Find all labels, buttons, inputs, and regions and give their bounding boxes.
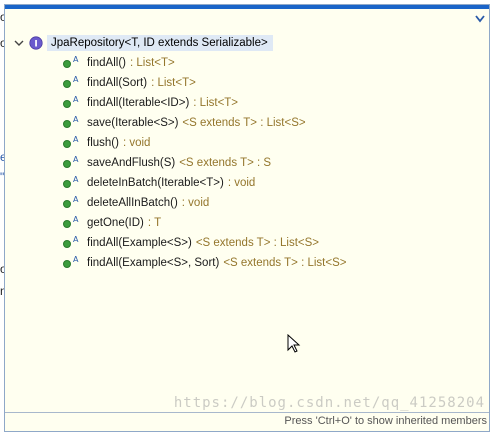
abstract-marker-icon: A [73, 55, 79, 64]
public-method-icon: A [63, 155, 85, 171]
method-return-type: : List<T> [151, 77, 196, 89]
method-dot-icon [63, 160, 71, 168]
method-return-type: : List<T> [129, 57, 175, 69]
method-return-type: <S extends T> : S [179, 157, 272, 169]
method-item[interactable]: AfindAll(Iterable<ID>): List<T> [63, 93, 238, 113]
method-dot-icon [63, 180, 71, 188]
footer-hint: Press 'Ctrl+O' to show inherited members [284, 415, 487, 427]
abstract-marker-icon: A [73, 235, 79, 244]
abstract-marker-icon: A [73, 95, 79, 104]
method-return-type: : void [227, 177, 256, 189]
popup-header [5, 5, 489, 33]
method-return-type: <S extends T> : List<S> [195, 237, 319, 249]
method-dot-icon [63, 240, 71, 248]
method-return-type: : void [181, 197, 210, 209]
abstract-marker-icon: A [73, 155, 79, 164]
chevron-down-icon[interactable] [13, 37, 25, 49]
method-item[interactable]: AdeleteAllInBatch(): void [63, 193, 209, 213]
abstract-marker-icon: A [73, 255, 79, 264]
public-method-icon: A [63, 255, 85, 271]
abstract-marker-icon: A [73, 135, 79, 144]
abstract-marker-icon: A [73, 75, 79, 84]
method-dot-icon [63, 220, 71, 228]
method-dot-icon [63, 60, 71, 68]
method-return-type: : T [147, 217, 162, 229]
method-name: save(Iterable<S>) [87, 117, 179, 129]
method-name: deleteAllInBatch() [87, 197, 178, 209]
method-dot-icon [63, 200, 71, 208]
abstract-marker-icon: A [73, 215, 79, 224]
method-return-type: <S extends T> : List<S> [182, 117, 306, 129]
method-item[interactable]: AfindAll(): List<T> [63, 53, 175, 73]
quick-outline-popup: I JpaRepository<T, ID extends Serializab… [4, 4, 490, 432]
method-name: findAll(Iterable<ID>) [87, 97, 190, 109]
method-name: flush() [87, 137, 119, 149]
dropdown-icon[interactable] [475, 15, 485, 23]
abstract-marker-icon: A [73, 195, 79, 204]
method-item[interactable]: AfindAll(Sort): List<T> [63, 73, 196, 93]
method-dot-icon [63, 80, 71, 88]
method-return-type: : List<T> [193, 97, 239, 109]
public-method-icon: A [63, 195, 85, 211]
public-method-icon: A [63, 135, 85, 151]
method-return-type: <S extends T> : List<S> [223, 257, 347, 269]
method-return-type: : void [122, 137, 151, 149]
public-method-icon: A [63, 75, 85, 91]
method-item[interactable]: AgetOne(ID): T [63, 213, 161, 233]
public-method-icon: A [63, 115, 85, 131]
method-item[interactable]: Asave(Iterable<S>) <S extends T> : List<S… [63, 113, 306, 133]
method-dot-icon [63, 260, 71, 268]
method-name: findAll(Example<S>, Sort) [87, 257, 220, 269]
method-item[interactable]: AsaveAndFlush(S) <S extends T> : S [63, 153, 271, 173]
public-method-icon: A [63, 235, 85, 251]
method-item[interactable]: AfindAll(Example<S>) <S extends T> : List… [63, 233, 319, 253]
interface-icon: I [29, 36, 43, 50]
method-item[interactable]: Aflush(): void [63, 133, 150, 153]
tree-root-item[interactable]: I JpaRepository<T, ID extends Serializab… [13, 33, 273, 53]
method-name: getOne(ID) [87, 217, 144, 229]
abstract-marker-icon: A [73, 175, 79, 184]
interface-label: JpaRepository<T, ID extends Serializable… [47, 35, 273, 51]
method-name: saveAndFlush(S) [87, 157, 176, 169]
method-name: findAll(Sort) [87, 77, 148, 89]
popup-footer: Press 'Ctrl+O' to show inherited members [5, 412, 489, 431]
public-method-icon: A [63, 55, 85, 71]
mouse-cursor-icon [287, 334, 301, 353]
method-dot-icon [63, 100, 71, 108]
watermark-text: https://blog.csdn.net/qq_41258204 [173, 395, 485, 411]
method-item[interactable]: AdeleteInBatch(Iterable<T>): void [63, 173, 255, 193]
method-item[interactable]: AfindAll(Example<S>, Sort) <S extends T> … [63, 253, 346, 273]
method-name: findAll() [87, 57, 126, 69]
abstract-marker-icon: A [73, 115, 79, 124]
public-method-icon: A [63, 95, 85, 111]
svg-text:I: I [34, 40, 37, 50]
method-name: findAll(Example<S>) [87, 237, 192, 249]
public-method-icon: A [63, 215, 85, 231]
method-dot-icon [63, 140, 71, 148]
method-dot-icon [63, 120, 71, 128]
method-name: deleteInBatch(Iterable<T>) [87, 177, 224, 189]
public-method-icon: A [63, 175, 85, 191]
